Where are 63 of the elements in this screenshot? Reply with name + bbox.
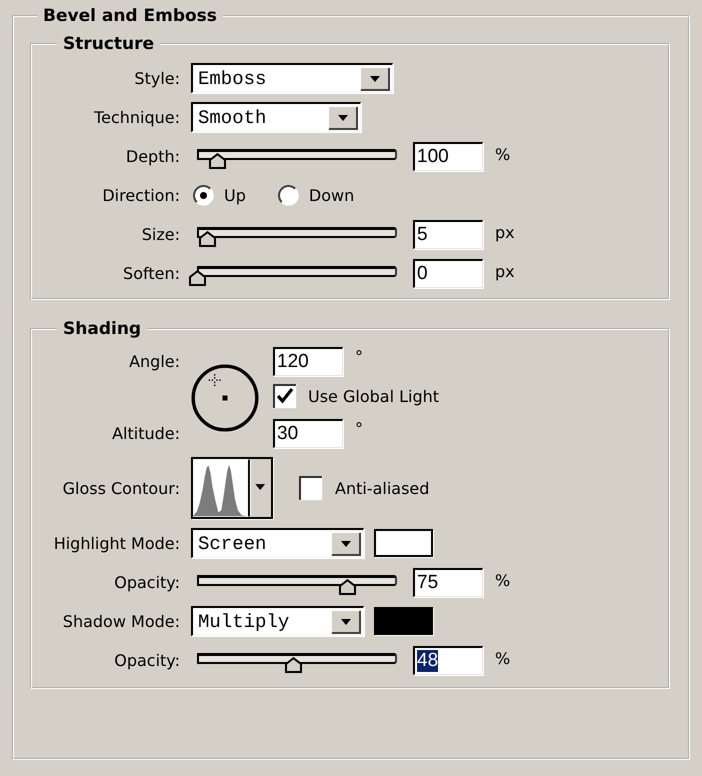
unit-label: % xyxy=(495,570,510,590)
field-label: Altitude: xyxy=(112,423,180,445)
color-swatch[interactable] xyxy=(374,529,433,557)
checkbox-label[interactable]: Use Global Light xyxy=(308,387,440,406)
field-label: Angle: xyxy=(129,351,180,373)
unit-label: ° xyxy=(355,347,363,366)
contour-picker[interactable] xyxy=(191,457,273,519)
slider-thumb[interactable] xyxy=(198,231,216,247)
input-field[interactable]: 5 xyxy=(413,220,483,248)
input-text: 48 xyxy=(417,650,438,672)
input-text: 30 xyxy=(277,423,298,445)
field-label: Opacity: xyxy=(114,572,180,592)
input-text: 75 xyxy=(417,572,438,594)
caret-down-icon[interactable] xyxy=(331,610,361,634)
input-field[interactable]: 120 xyxy=(273,347,343,376)
radio-button[interactable] xyxy=(278,184,299,206)
caret-down-icon[interactable] xyxy=(331,532,361,556)
field-label: Shadow Mode: xyxy=(62,612,180,630)
input-text: 100 xyxy=(417,146,449,168)
field-label: Style: xyxy=(134,68,180,88)
group-title: Bevel and Emboss xyxy=(42,6,218,26)
input-field[interactable]: 75 xyxy=(413,568,483,596)
field-label: Depth: xyxy=(126,146,180,166)
input-field[interactable]: 48 xyxy=(413,646,483,674)
unit-label: px xyxy=(495,262,515,280)
unit-label: % xyxy=(495,144,510,164)
dropdown[interactable]: Screen xyxy=(191,528,364,558)
section-title: Structure xyxy=(62,34,156,54)
field-label: Opacity: xyxy=(114,650,180,670)
input-text: 0 xyxy=(417,262,428,284)
input-field[interactable]: 100 xyxy=(413,142,483,170)
field-label: Gloss Contour: xyxy=(62,478,180,498)
dropdown[interactable]: Smooth xyxy=(191,102,361,132)
slider-thumb[interactable] xyxy=(208,153,226,169)
section-title: Shading xyxy=(62,319,142,339)
unit-label: % xyxy=(495,648,510,668)
dropdown[interactable]: Multiply xyxy=(191,606,364,636)
slider-thumb[interactable] xyxy=(338,579,356,595)
field-label: Direction: xyxy=(102,186,180,204)
field-label: Highlight Mode: xyxy=(54,534,180,552)
radio-button[interactable] xyxy=(193,184,214,206)
caret-down-icon[interactable] xyxy=(328,106,358,130)
radio-label[interactable]: Down xyxy=(308,186,354,204)
checkbox-label[interactable]: Anti-aliased xyxy=(335,478,430,498)
checkbox[interactable] xyxy=(299,476,323,500)
radio-label[interactable]: Up xyxy=(224,186,246,204)
unit-label: px xyxy=(495,222,515,242)
field-label: Soften: xyxy=(123,264,180,282)
dropdown[interactable]: Emboss xyxy=(191,63,393,93)
input-text: 5 xyxy=(417,224,428,246)
input-field[interactable]: 0 xyxy=(413,258,483,288)
caret-down-icon[interactable] xyxy=(360,66,390,90)
contour-curve-icon xyxy=(193,459,248,517)
slider-thumb[interactable] xyxy=(188,270,206,286)
checkbox[interactable] xyxy=(273,384,297,409)
color-swatch[interactable] xyxy=(374,607,433,635)
input-text: 120 xyxy=(277,351,309,373)
unit-label: ° xyxy=(355,419,363,438)
field-label: Size: xyxy=(142,224,180,244)
field-label: Technique: xyxy=(94,108,180,126)
input-field[interactable]: 30 xyxy=(273,419,343,448)
angle-dial[interactable] xyxy=(191,364,259,432)
slider-thumb[interactable] xyxy=(284,657,302,673)
